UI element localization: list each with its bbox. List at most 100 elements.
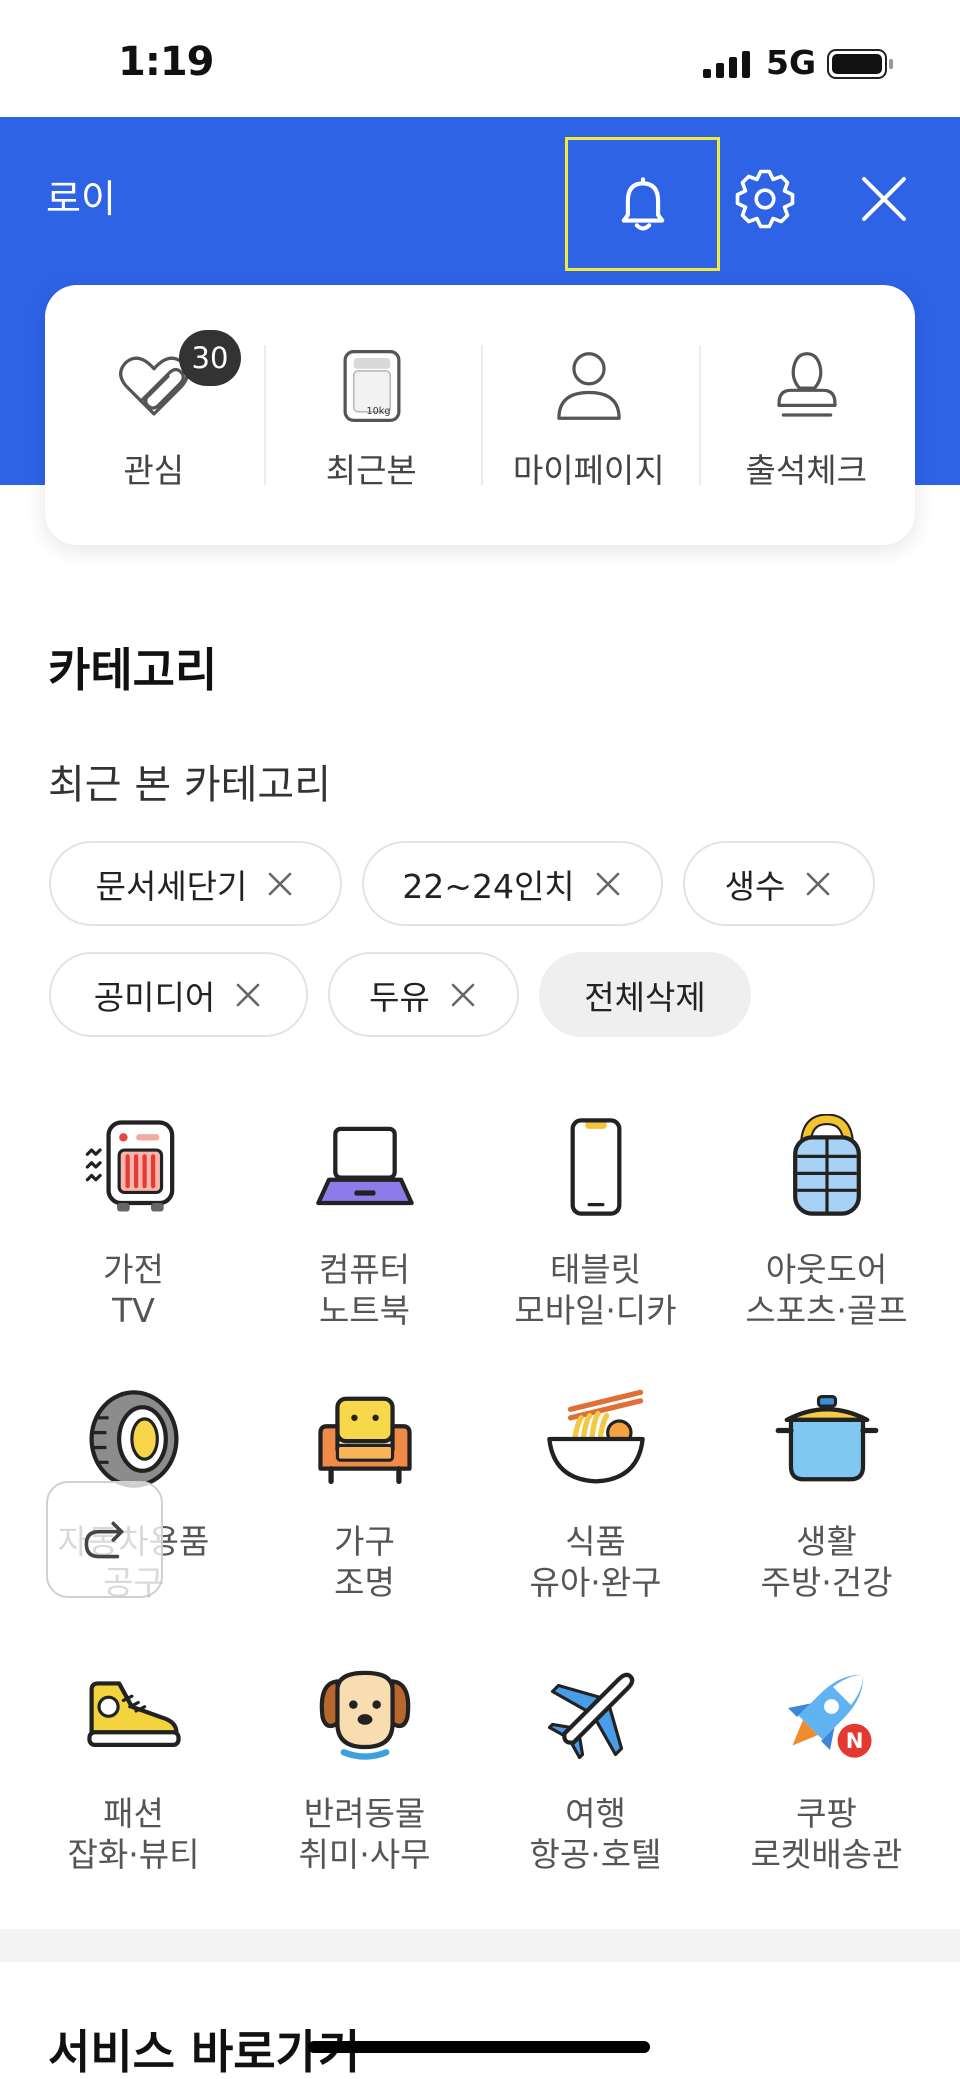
redo-arrow-icon[interactable] [74,1509,136,1571]
category-travel[interactable]: 여행 항공·호텔 [480,1658,711,1930]
screen: 1:19 5G 로이 30 관심 10kg 최근본 마이페이지 출석체크 카테고… [0,0,960,2079]
category-computer[interactable]: 컴퓨터 노트북 [249,1114,480,1386]
washer-icon: 10kg [343,349,400,423]
person-icon [557,352,621,420]
category-line2: 취미·사무 [298,1835,431,1874]
category-line1: 가구 [334,1522,395,1561]
category-label: 가전 TV [103,1249,164,1331]
battery-icon [827,49,893,79]
category-label: 생활 주방·건강 [761,1521,893,1603]
airplane-icon [547,1672,634,1760]
category-line2: 유아·완구 [529,1563,662,1602]
category-label: 태블릿 모바일·디카 [514,1249,676,1331]
category-label: 쿠팡 로켓배송관 [751,1793,903,1875]
chip-label: 22~24인치 [402,866,575,906]
category-label: 반려동물 취미·사무 [299,1793,431,1875]
category-line1: 식품 [565,1522,626,1561]
puffer-jacket-icon [792,1114,861,1216]
pot-icon [775,1395,878,1482]
home-indicator [308,2041,650,2053]
chip-label: 문서세단기 [95,866,248,906]
noodle-bowl-icon [546,1389,645,1484]
quick-menu-label: 관심 [123,451,185,490]
chip-label: 생수 [724,866,786,906]
remove-chip-icon[interactable] [593,869,623,899]
sneaker-icon [86,1681,181,1748]
category-line1: 컴퓨터 [318,1250,411,1289]
category-line1: 반려동물 [303,1794,426,1833]
stamp-icon [776,352,837,417]
dog-icon [319,1670,410,1760]
category-label: 패션 잡화·뷰티 [68,1793,200,1875]
quick-menu-favorites[interactable]: 30 관심 [45,285,263,545]
quick-menu-label: 출석체크 [745,451,867,490]
quick-menu-label: 마이페이지 [512,451,665,490]
recent-chip-row: 공미디어 두유 전체삭제 [49,952,751,1037]
recent-chip-row: 문서세단기 22~24인치 생수 [49,841,875,926]
category-title: 카테고리 [48,643,218,697]
remove-chip-icon[interactable] [803,869,833,899]
quick-menu-recently-viewed[interactable]: 10kg 최근본 [263,285,481,545]
quick-menu-mypage[interactable]: 마이페이지 [480,285,698,545]
gear-outline [735,169,795,229]
washer-capacity-text: 10kg [366,406,390,417]
smartphone-icon [570,1118,621,1216]
category-rocket-delivery[interactable]: N 쿠팡 로켓배송관 [711,1658,942,1930]
remove-chip-icon[interactable] [448,980,478,1010]
category-line2: 스포츠·골프 [745,1291,908,1330]
category-line2: 노트북 [318,1291,411,1330]
quick-menu-label: 최근본 [325,451,417,490]
category-line2: 모바일·디카 [514,1291,677,1330]
category-tablet[interactable]: 태블릿 모바일·디카 [480,1114,711,1386]
category-furniture[interactable]: 가구 조명 [249,1386,480,1658]
category-line2: 로켓배송관 [750,1835,903,1874]
heater-icon [85,1120,174,1212]
close-icon[interactable] [856,171,912,227]
category-outdoor[interactable]: 아웃도어 스포츠·골프 [711,1114,942,1386]
bell-icon[interactable] [610,171,676,237]
signal-bars-icon [703,51,750,78]
armchair-icon [317,1396,412,1485]
category-label: 식품 유아·완구 [530,1521,662,1603]
rocket-badge-text: N [845,1728,863,1753]
category-line1: 생활 [796,1522,857,1561]
rocket-icon: N [787,1674,872,1758]
tire-icon [88,1390,179,1488]
recent-chip[interactable]: 문서세단기 [49,841,342,926]
laptop-icon [315,1126,414,1206]
floating-redo-button[interactable] [46,1481,163,1598]
status-time: 1:19 [118,39,214,85]
chip-label: 공미디어 [93,977,216,1017]
category-line1: 태블릿 [549,1250,642,1289]
category-label: 가구 조명 [334,1521,395,1603]
category-line2: 잡화·뷰티 [67,1835,200,1874]
quick-menu-card: 30 관심 10kg 최근본 마이페이지 출석체크 [45,285,915,545]
favorites-count-badge: 30 [179,330,241,386]
category-line1: 패션 [103,1794,164,1833]
gear-icon[interactable] [732,166,798,232]
recent-chip[interactable]: 공미디어 [49,952,308,1037]
category-line1: 여행 [565,1794,626,1833]
clear-all-button[interactable]: 전체삭제 [539,952,751,1037]
category-label: 여행 항공·호텔 [530,1793,662,1875]
category-food[interactable]: 식품 유아·완구 [480,1386,711,1658]
quick-menu-attendance[interactable]: 출석체크 [698,285,916,545]
category-appliances[interactable]: 가전 TV [18,1114,249,1386]
category-label: 아웃도어 스포츠·골프 [745,1249,907,1331]
remove-chip-icon[interactable] [233,980,263,1010]
remove-chip-icon[interactable] [265,869,295,899]
chip-label: 두유 [369,977,430,1017]
network-type: 5G [766,43,817,82]
recent-category-title: 최근 본 카테고리 [48,762,332,808]
recent-chip[interactable]: 생수 [683,841,875,926]
category-pets[interactable]: 반려동물 취미·사무 [249,1658,480,1930]
notification-button[interactable] [565,137,720,271]
category-living[interactable]: 생활 주방·건강 [711,1386,942,1658]
recent-chip[interactable]: 22~24인치 [362,841,663,926]
category-line2: 항공·호텔 [529,1835,662,1874]
category-line2: 주방·건강 [760,1563,893,1602]
section-divider [0,1929,960,1962]
recent-chip[interactable]: 두유 [328,952,519,1037]
category-fashion[interactable]: 패션 잡화·뷰티 [18,1658,249,1930]
user-name: 로이 [46,177,116,221]
